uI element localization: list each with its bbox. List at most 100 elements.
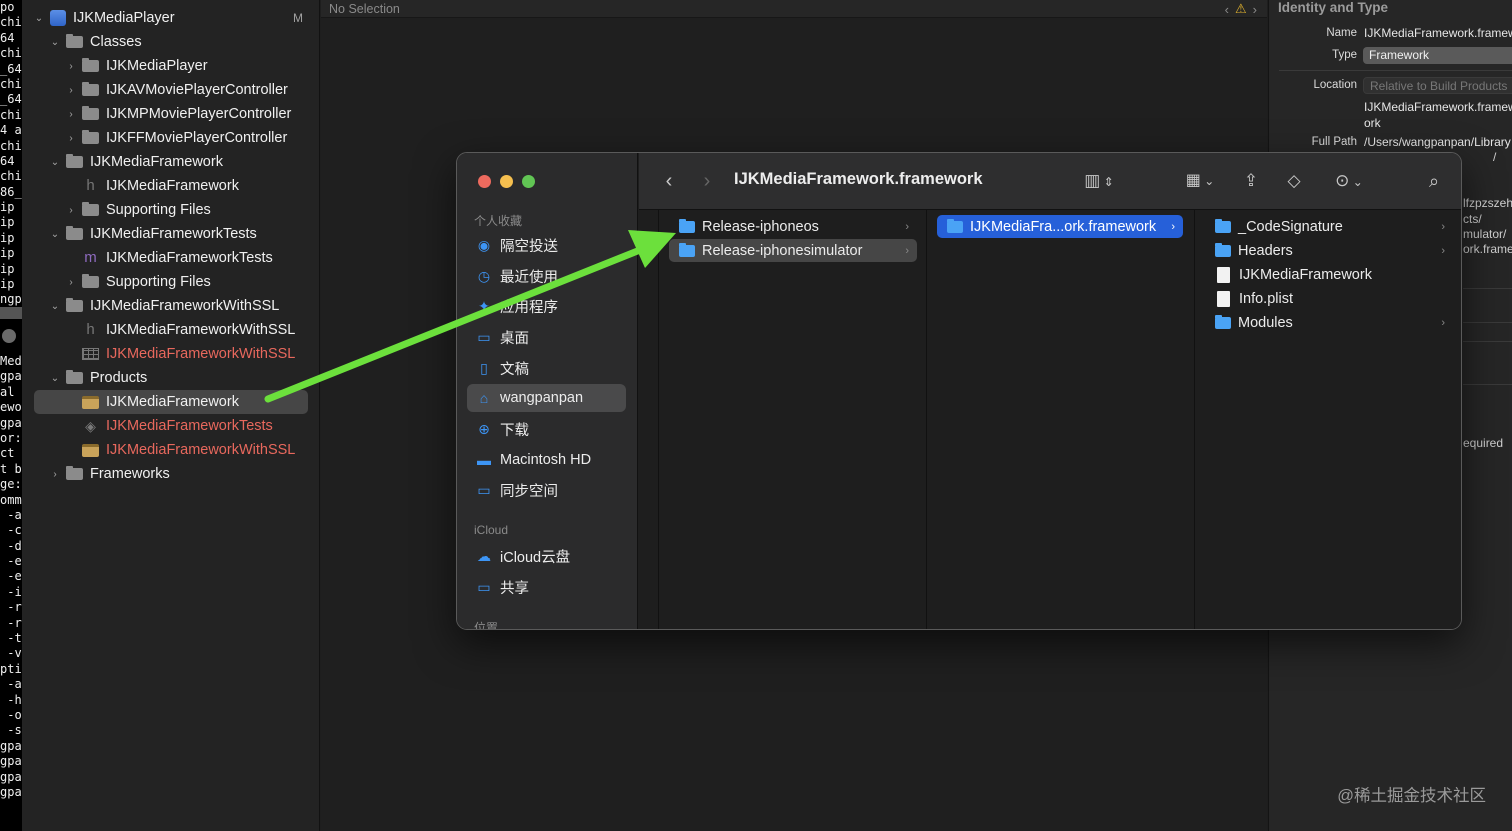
zoom-window-button[interactable] <box>522 175 535 188</box>
nav-row-mediaframework-header[interactable]: h IJKMediaFramework <box>66 174 309 198</box>
editor-jump-bar: No Selection <box>321 0 1267 18</box>
nav-label: IJKMediaFrameworkTests <box>106 250 273 266</box>
terminal-line: gpa <box>0 754 22 769</box>
file-row-modules[interactable]: Modules › <box>1205 311 1453 334</box>
file-row-codesignature[interactable]: _CodeSignature › <box>1205 215 1453 238</box>
warning-icon[interactable]: ⚠ <box>1235 1 1247 17</box>
sidebar-item-airdrop[interactable]: ◉ 隔空投送 <box>467 231 626 259</box>
nav-row-ssl-header[interactable]: h IJKMediaFrameworkWithSSL <box>66 318 309 342</box>
nav-row-project[interactable]: ⌄ IJKMediaPlayer M <box>34 6 309 30</box>
sync-folder-icon: ▭ <box>477 482 491 498</box>
more-actions-button[interactable]: ⊙ ⌄ <box>1329 169 1369 193</box>
file-row-framework[interactable]: IJKMediaFra...ork.framework › <box>937 215 1183 238</box>
file-row-headers[interactable]: Headers › <box>1205 239 1453 262</box>
name-key: Name <box>1326 27 1357 39</box>
minimize-window-button[interactable] <box>500 175 513 188</box>
terminal-line: ip <box>0 246 15 261</box>
forward-button[interactable]: › <box>699 169 715 193</box>
file-row-release-iphonesimulator[interactable]: Release-iphonesimulator › <box>669 239 917 262</box>
chevron-right-icon[interactable]: › <box>66 61 76 72</box>
nav-row-classes[interactable]: ⌄ Classes <box>50 30 309 54</box>
nav-row-mpmovieplayer[interactable]: › IJKMPMoviePlayerController <box>66 102 309 126</box>
icloud-header: iCloud <box>474 523 509 537</box>
nav-row-ffmovieplayer[interactable]: › IJKFFMoviePlayerController <box>66 126 309 150</box>
test-bundle-icon: ◈ <box>85 418 96 434</box>
nav-row-product-ssl[interactable]: IJKMediaFrameworkWithSSL <box>66 438 309 462</box>
nav-row-ijkmediaplayer-folder[interactable]: › IJKMediaPlayer <box>66 54 309 78</box>
sidebar-item-home[interactable]: ⌂ wangpanpan <box>467 384 626 412</box>
name-value[interactable]: IJKMediaFramework.framework <box>1364 26 1512 40</box>
terminal-pane[interactable]: po chi 64 chi _64 chi _64 chi 4 a chi 64 chi 86_ ip ip… <box>0 0 22 831</box>
folder-icon <box>66 466 83 480</box>
chevron-right-icon[interactable]: › <box>66 205 76 216</box>
terminal-line: ip <box>0 261 15 276</box>
terminal-line: 64 <box>0 30 15 45</box>
sidebar-item-applications[interactable]: ✦ 应用程序 <box>467 292 626 320</box>
nav-row-supporting-files-2[interactable]: › Supporting Files <box>66 270 309 294</box>
sidebar-item-documents[interactable]: ▯ 文稿 <box>467 354 626 382</box>
nav-row-frameworks[interactable]: › Frameworks <box>50 462 309 486</box>
file-label: IJKMediaFra...ork.framework <box>970 218 1157 235</box>
chevron-down-icon[interactable]: ⌄ <box>50 373 60 384</box>
close-window-button[interactable] <box>478 175 491 188</box>
sidebar-label: 隔空投送 <box>500 238 558 255</box>
sidebar-item-downloads[interactable]: ⊕ 下载 <box>467 415 626 443</box>
fullpath-fragment: cts/ <box>1463 212 1482 226</box>
fullpath-fragment: lfzpzszeh <box>1463 196 1512 210</box>
terminal-line: 4 a <box>0 123 22 138</box>
nav-row-avmovieplayer[interactable]: › IJKAVMoviePlayerController <box>66 78 309 102</box>
terminal-line: -t <box>0 631 22 646</box>
chevron-right-icon[interactable]: › <box>66 109 76 120</box>
next-issue-button[interactable]: › <box>1253 2 1257 17</box>
nav-row-products[interactable]: ⌄ Products <box>50 366 309 390</box>
file-row-release-iphoneos[interactable]: Release-iphoneos › <box>669 215 917 238</box>
terminal-line: gpa <box>0 769 22 784</box>
file-label: Release-iphoneos <box>702 218 819 235</box>
nav-row-supporting-files[interactable]: › Supporting Files <box>66 198 309 222</box>
nav-row-tests-source[interactable]: m IJKMediaFrameworkTests <box>66 246 309 270</box>
back-button[interactable]: ‹ <box>661 169 677 193</box>
sidebar-item-desktop[interactable]: ▭ 桌面 <box>467 323 626 351</box>
folder-icon <box>66 226 83 240</box>
chevron-down-icon[interactable]: ⌄ <box>50 37 60 48</box>
prev-issue-button[interactable]: ‹ <box>1225 2 1229 17</box>
file-row-binary[interactable]: IJKMediaFramework <box>1205 263 1453 286</box>
terminal-line: -a <box>0 677 22 692</box>
sidebar-item-icloud-drive[interactable]: ☁ iCloud云盘 <box>467 542 626 570</box>
chevron-right-icon[interactable]: › <box>66 277 76 288</box>
sidebar-item-macintosh-hd[interactable]: ▬ Macintosh HD <box>467 446 626 474</box>
divider <box>1463 384 1512 385</box>
finder-column-3: _CodeSignature › Headers › IJKMediaFrame… <box>1195 210 1461 629</box>
share-button[interactable]: ⇪ <box>1241 169 1261 193</box>
view-mode-button[interactable]: ▥ ⇕ <box>1079 169 1119 193</box>
search-button[interactable]: ⌕ <box>1423 169 1445 193</box>
sidebar-item-sync-space[interactable]: ▭ 同步空间 <box>467 476 626 504</box>
folder-icon <box>679 242 695 257</box>
sidebar-item-recents[interactable]: ◷ 最近使用 <box>467 262 626 290</box>
type-select[interactable]: Framework <box>1363 47 1512 64</box>
sidebar-item-shared[interactable]: ▭ 共享 <box>467 573 626 601</box>
chevron-down-icon: ⌄ <box>1200 174 1215 188</box>
tag-button[interactable]: ◇ <box>1283 169 1305 193</box>
nav-row-ssl-plist[interactable]: IJKMediaFrameworkWithSSL <box>66 342 309 366</box>
terminal-scroll-knob[interactable] <box>2 329 16 343</box>
folder-icon <box>82 82 99 96</box>
terminal-output: po chi 64 chi _64 chi _64 chi 4 a chi 64 chi 86_ ip ip… <box>0 0 22 800</box>
nav-row-product-framework[interactable]: IJKMediaFramework <box>34 390 308 414</box>
chevron-down-icon[interactable]: ⌄ <box>50 301 60 312</box>
nav-row-ssl-group[interactable]: ⌄ IJKMediaFrameworkWithSSL <box>50 294 309 318</box>
chevron-right-icon[interactable]: › <box>66 85 76 96</box>
chevron-right-icon[interactable]: › <box>66 133 76 144</box>
chevron-right-icon[interactable]: › <box>50 469 60 480</box>
nav-row-product-tests[interactable]: ◈ IJKMediaFrameworkTests <box>66 414 309 438</box>
nav-row-mediaframework-group[interactable]: ⌄ IJKMediaFramework <box>50 150 309 174</box>
chevron-down-icon[interactable]: ⌄ <box>50 229 60 240</box>
location-select[interactable]: Relative to Build Products <box>1363 77 1512 94</box>
group-button[interactable]: ▦ ⌄ <box>1179 169 1221 193</box>
nav-row-tests-group[interactable]: ⌄ IJKMediaFrameworkTests <box>50 222 309 246</box>
chevron-down-icon[interactable]: ⌄ <box>50 157 60 168</box>
finder-window[interactable]: 个人收藏 ◉ 隔空投送 ◷ 最近使用 ✦ 应用程序 ▭ 桌面 ▯ 文稿 ⌂ wa… <box>456 152 1462 630</box>
chevron-down-icon[interactable]: ⌄ <box>34 13 44 24</box>
file-row-info-plist[interactable]: Info.plist <box>1205 287 1453 310</box>
terminal-line: 86_ <box>0 184 22 199</box>
